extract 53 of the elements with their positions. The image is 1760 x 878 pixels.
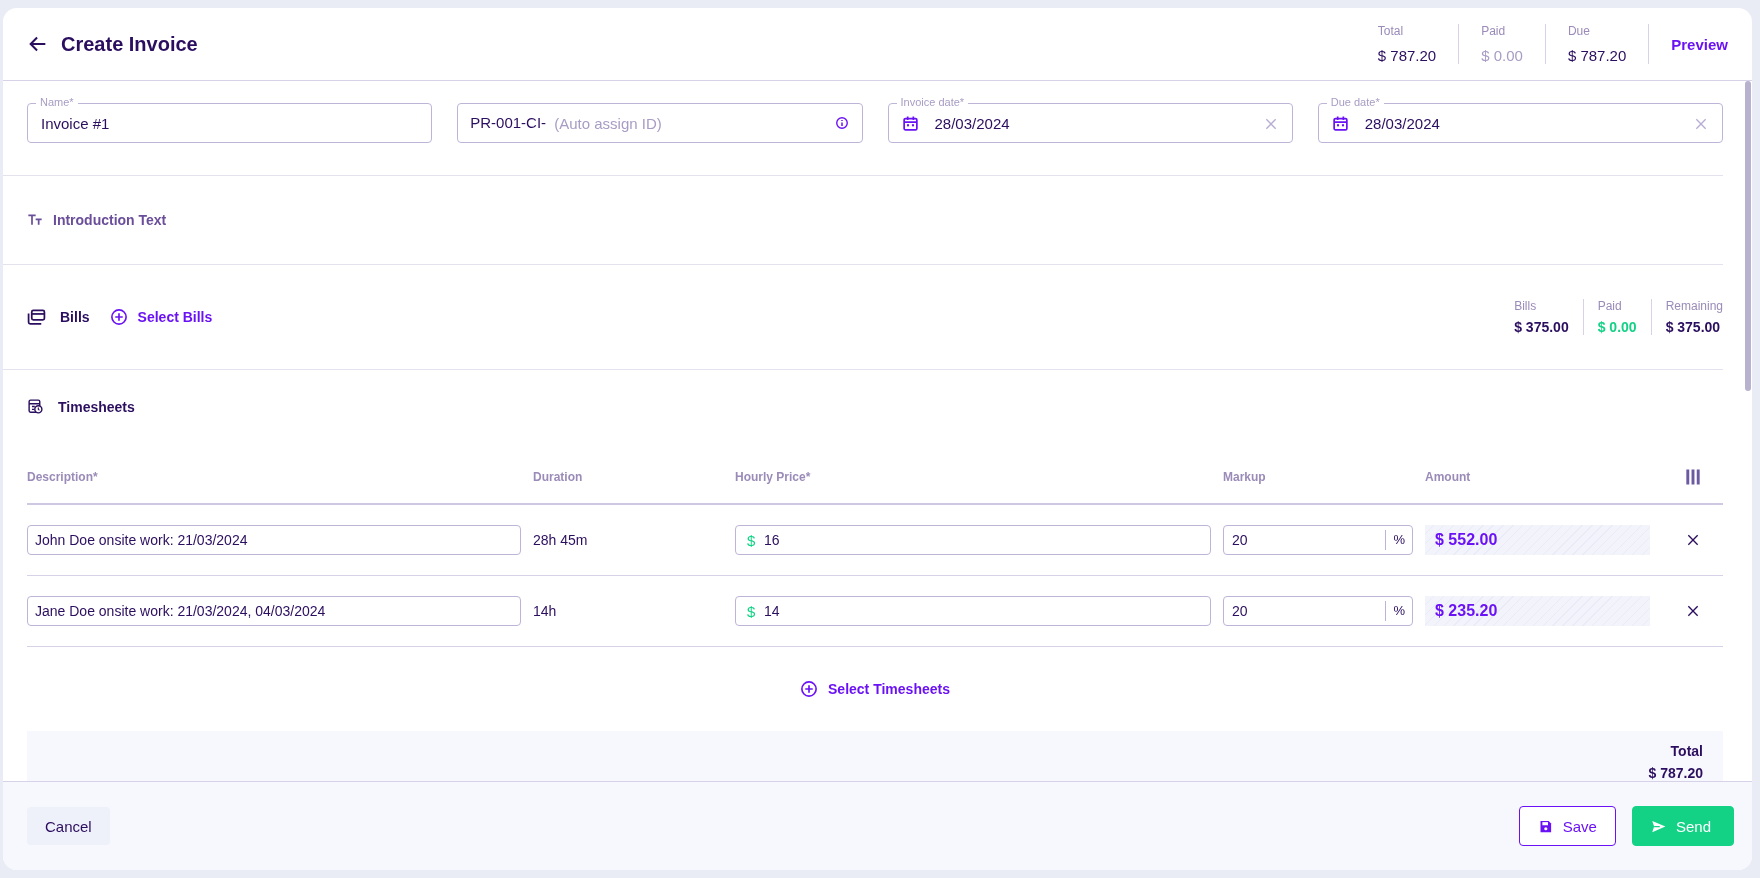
summary-label: Paid bbox=[1597, 299, 1623, 313]
calendar-icon bbox=[1331, 115, 1349, 132]
column-header: Hourly Price* bbox=[735, 470, 812, 484]
calendar-clock-icon bbox=[27, 398, 44, 415]
summary-value: $ 787.20 bbox=[1567, 47, 1627, 64]
total-value: $ 787.20 bbox=[1648, 765, 1703, 781]
summary-label: Remaining bbox=[1665, 299, 1723, 313]
preview-link[interactable]: Preview bbox=[1671, 35, 1728, 53]
page-title: Create Invoice bbox=[61, 32, 198, 56]
section-title: Bills bbox=[60, 309, 90, 325]
summary-label: Due bbox=[1567, 24, 1591, 38]
cards-icon bbox=[27, 307, 46, 327]
introduction-text-button[interactable]: Introduction Text bbox=[27, 212, 167, 228]
duration-text: 28h 45m bbox=[533, 532, 589, 548]
field-label: Due date* bbox=[1326, 96, 1384, 108]
clear-icon bbox=[1693, 116, 1709, 132]
total-label: Total bbox=[1670, 743, 1703, 759]
scrollbar-thumb[interactable] bbox=[1745, 81, 1751, 391]
summary-value: $ 0.00 bbox=[1597, 319, 1637, 335]
currency-symbol: $ bbox=[747, 532, 756, 549]
field-label: Invoice date* bbox=[896, 96, 969, 108]
summary-label: Paid bbox=[1481, 24, 1507, 38]
summary-label: Total bbox=[1377, 24, 1405, 38]
text-format-icon bbox=[27, 212, 43, 228]
calendar-icon bbox=[901, 115, 919, 132]
percent-suffix: % bbox=[1385, 530, 1405, 550]
cancel-button[interactable]: Cancel bbox=[27, 807, 110, 845]
column-header: Description* bbox=[27, 470, 99, 484]
save-button[interactable]: Save bbox=[1518, 806, 1616, 846]
send-icon bbox=[1650, 818, 1666, 834]
plus-circle-icon bbox=[800, 680, 819, 698]
section-title: Timesheets bbox=[58, 398, 135, 415]
column-header: Amount bbox=[1425, 470, 1472, 484]
summary-value: $ 375.00 bbox=[1514, 319, 1569, 335]
description-field[interactable]: Jane Doe onsite work: 21/03/2024, 04/03/2024 bbox=[27, 596, 521, 626]
summary-value: $ 375.00 bbox=[1665, 319, 1722, 335]
summary-value: $ 787.20 bbox=[1377, 47, 1437, 64]
currency-symbol: $ bbox=[747, 603, 756, 620]
amount-value: $ 552.00 bbox=[1425, 525, 1650, 555]
description-field[interactable]: John Doe onsite work: 21/03/2024 bbox=[27, 525, 521, 555]
percent-suffix: % bbox=[1385, 601, 1405, 621]
select-timesheets-button[interactable]: Select Timesheets bbox=[800, 680, 950, 698]
field-label: Name* bbox=[36, 96, 78, 108]
duration-text: 14h bbox=[533, 603, 558, 619]
info-icon bbox=[834, 116, 849, 130]
summary-value: $ 0.00 bbox=[1481, 47, 1523, 64]
amount-value: $ 235.20 bbox=[1425, 596, 1650, 626]
column-header: Markup bbox=[1223, 470, 1267, 484]
id-prefix: PR-001-CI- bbox=[470, 114, 547, 131]
select-bills-button[interactable]: Select Bills bbox=[109, 308, 213, 326]
column-header: Duration bbox=[533, 470, 584, 484]
plus-circle-icon bbox=[109, 308, 128, 326]
summary-label: Bills bbox=[1514, 299, 1538, 313]
